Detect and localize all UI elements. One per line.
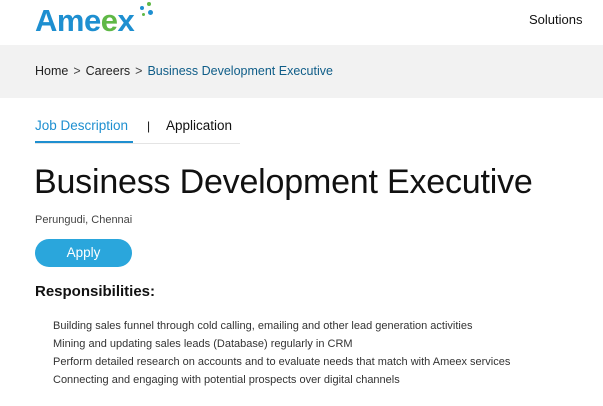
tab-job-description[interactable]: Job Description [35,118,128,139]
breadcrumb-home[interactable]: Home [35,64,68,78]
site-header: Ameex Solutions [0,0,603,45]
apply-button[interactable]: Apply [35,239,132,267]
breadcrumb-separator: > [135,64,143,78]
breadcrumb: Home > Careers > Business Development Ex… [35,64,333,78]
breadcrumb-bar: Home > Careers > Business Development Ex… [0,45,603,98]
breadcrumb-current: Business Development Executive [147,64,333,78]
logo-wordmark: Ameex [35,3,135,38]
logo-dots-icon [136,2,156,24]
list-item: Building sales funnel through cold calli… [53,320,473,332]
breadcrumb-careers[interactable]: Careers [86,64,130,78]
breadcrumb-separator: > [73,64,81,78]
job-location: Perungudi, Chennai [35,214,133,226]
ameex-logo[interactable]: Ameex [35,2,156,38]
nav-solutions[interactable]: Solutions [529,12,582,27]
list-item: Mining and updating sales leads (Databas… [53,338,353,350]
active-tab-indicator [35,141,133,143]
responsibilities-heading: Responsibilities: [35,283,156,300]
tab-divider: | [147,119,151,133]
tab-application[interactable]: Application [166,118,232,133]
list-item: Perform detailed research on accounts an… [53,356,511,368]
job-tabs: Job Description | Application [35,116,240,144]
page-title: Business Development Executive [34,163,533,201]
list-item: Connecting and engaging with potential p… [53,374,400,386]
responsibilities-list: Building sales funnel through cold calli… [53,317,510,389]
